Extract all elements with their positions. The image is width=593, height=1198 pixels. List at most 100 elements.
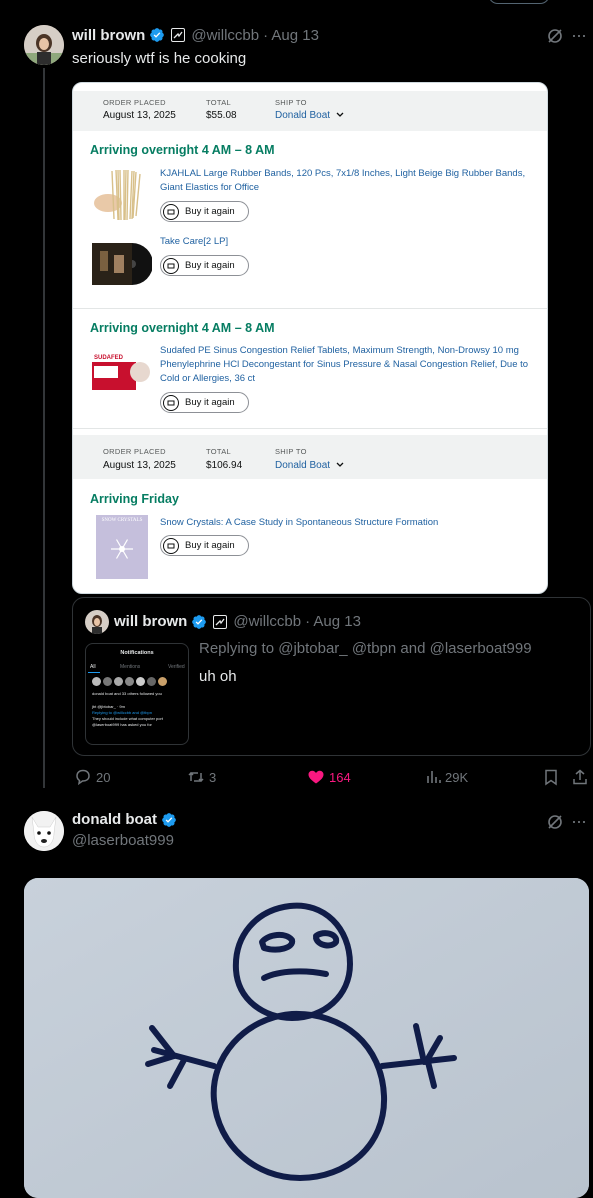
snowman-drawing-image[interactable] [24, 878, 589, 1198]
buy-it-again-button[interactable]: Buy it again [160, 392, 249, 413]
product-title[interactable]: Take Care[2 LP] [160, 235, 228, 249]
tweet-header: will brown @willccbb · Aug 13 [72, 25, 319, 45]
reorder-icon [163, 203, 179, 220]
sudafed-logo-text: SUDAFED [94, 355, 124, 361]
book-cover-title: SNOW CRYSTALS [101, 518, 143, 523]
share-icon[interactable] [571, 768, 589, 786]
verified-badge-icon [149, 27, 165, 43]
reorder-icon [163, 257, 179, 274]
thread-line [43, 68, 45, 788]
total-value: $55.08 [206, 110, 237, 121]
arriving-status: Arriving overnight 4 AM – 8 AM [90, 143, 275, 157]
thumb-line: Replying to @willccbb and @tbpn [92, 710, 152, 715]
reorder-icon [163, 394, 179, 411]
quote-avatar [85, 610, 109, 634]
views-count: 29K [445, 769, 469, 785]
retweet-count: 3 [209, 769, 217, 785]
total-label: TOTAL [206, 98, 231, 107]
buy-it-again-label: Buy it again [185, 260, 235, 271]
shipment-divider [73, 308, 547, 309]
more-options-icon[interactable]: ··· [571, 811, 587, 832]
order-header: ORDER PLACED August 13, 2025 TOTAL $55.0… [73, 91, 547, 131]
ship-to-name[interactable]: Donald Boat [275, 110, 330, 121]
like-count: 164 [329, 769, 351, 785]
total-value: $106.94 [206, 460, 243, 471]
author-name[interactable]: donald boat [72, 811, 157, 828]
affiliate-badge-icon [171, 28, 186, 42]
like-button[interactable]: 164 [307, 768, 351, 786]
buy-it-again-button[interactable]: Buy it again [160, 201, 249, 222]
ship-to-value[interactable]: Donald Boat [275, 110, 344, 121]
quote-handle: @willccbb [233, 613, 302, 630]
thumb-line: jbt @jbtobar_ · 9m [92, 704, 125, 709]
more-options-icon[interactable]: ··· [571, 25, 587, 46]
order-placed-label: ORDER PLACED [103, 447, 166, 456]
thumb-title: Notifications [120, 650, 154, 656]
reorder-icon [163, 537, 179, 554]
reply-icon [74, 768, 92, 786]
heart-icon [307, 768, 325, 786]
thumb-avatars [92, 677, 172, 687]
order-placed-value: August 13, 2025 [103, 460, 176, 471]
retweet-button[interactable]: 3 [187, 768, 216, 786]
order-gap [73, 428, 547, 435]
order-screenshot-card[interactable]: ORDER PLACED August 13, 2025 TOTAL $55.0… [72, 82, 548, 594]
product-title[interactable]: KJAHLAL Large Rubber Bands, 120 Pcs, 7x1… [160, 167, 538, 195]
product-title[interactable]: Snow Crystals: A Case Study in Spontaneo… [160, 516, 438, 530]
top-remnant-button [488, 0, 550, 4]
arriving-status: Arriving Friday [90, 492, 179, 506]
chevron-down-icon [336, 460, 344, 471]
buy-it-again-label: Buy it again [185, 206, 235, 217]
buy-it-again-label: Buy it again [185, 540, 235, 551]
avatar[interactable] [24, 811, 64, 851]
rubber-bands-image[interactable] [90, 165, 150, 225]
author-handle[interactable]: @laserboat999 [72, 832, 174, 849]
quote-replying-to: Replying to @jbtobar_ @tbpn and @laserbo… [199, 640, 532, 657]
tweet-text: seriously wtf is he cooking [72, 50, 247, 67]
order-placed-label: ORDER PLACED [103, 98, 166, 107]
tweet-header: donald boat [72, 811, 177, 828]
book-cover-image[interactable]: SNOW CRYSTALS [96, 515, 148, 579]
quote-author-name: will brown [114, 613, 188, 630]
thumb-line: donald boat and 33 others followed you [92, 691, 162, 696]
retweet-icon [187, 768, 205, 786]
quote-media-thumbnail[interactable]: Notifications All Mentions Verified dona… [85, 643, 189, 745]
quote-text: uh oh [199, 668, 237, 685]
buy-it-again-button[interactable]: Buy it again [160, 535, 249, 556]
ship-to-name[interactable]: Donald Boat [275, 460, 330, 471]
avatar[interactable] [24, 25, 64, 65]
buy-it-again-button[interactable]: Buy it again [160, 255, 249, 276]
author-handle[interactable]: @willccbb [191, 27, 259, 44]
grok-icon[interactable] [546, 813, 564, 831]
arriving-status: Arriving overnight 4 AM – 8 AM [90, 321, 275, 335]
total-label: TOTAL [206, 447, 231, 456]
thumb-tab-underline [88, 672, 100, 673]
verified-badge-icon [191, 614, 207, 630]
thumb-tab: Mentions [120, 664, 141, 670]
thumb-line: They should include what computer port @… [92, 716, 163, 727]
reply-button[interactable]: 20 [74, 768, 110, 786]
grok-icon[interactable] [546, 27, 564, 45]
reply-count: 20 [96, 769, 111, 785]
verified-badge-icon [161, 812, 177, 828]
buy-it-again-label: Buy it again [185, 397, 235, 408]
views-button[interactable]: 29K [425, 768, 468, 786]
ship-to-value[interactable]: Donald Boat [275, 460, 344, 471]
order-header: ORDER PLACED August 13, 2025 TOTAL $106.… [73, 435, 547, 479]
thumb-tab: All [90, 664, 96, 670]
ship-to-label: SHIP TO [275, 98, 307, 107]
thumb-tab: Verified [168, 664, 185, 670]
views-icon [425, 768, 443, 786]
order-placed-value: August 13, 2025 [103, 110, 176, 121]
product-title[interactable]: Sudafed PE Sinus Congestion Relief Table… [160, 344, 540, 386]
tweet-date[interactable]: · Aug 13 [263, 27, 319, 44]
sudafed-image[interactable]: SUDAFED [90, 346, 152, 398]
ship-to-label: SHIP TO [275, 447, 307, 456]
quote-header: will brown @willccbb · Aug 13 [114, 613, 361, 630]
bookmark-icon[interactable] [542, 768, 560, 786]
affiliate-badge-icon [213, 614, 228, 629]
album-image[interactable] [90, 241, 153, 287]
quote-date: · Aug 13 [305, 613, 361, 630]
author-name[interactable]: will brown [72, 27, 145, 44]
quote-tweet[interactable]: will brown @willccbb · Aug 13 Notificati… [72, 597, 591, 756]
